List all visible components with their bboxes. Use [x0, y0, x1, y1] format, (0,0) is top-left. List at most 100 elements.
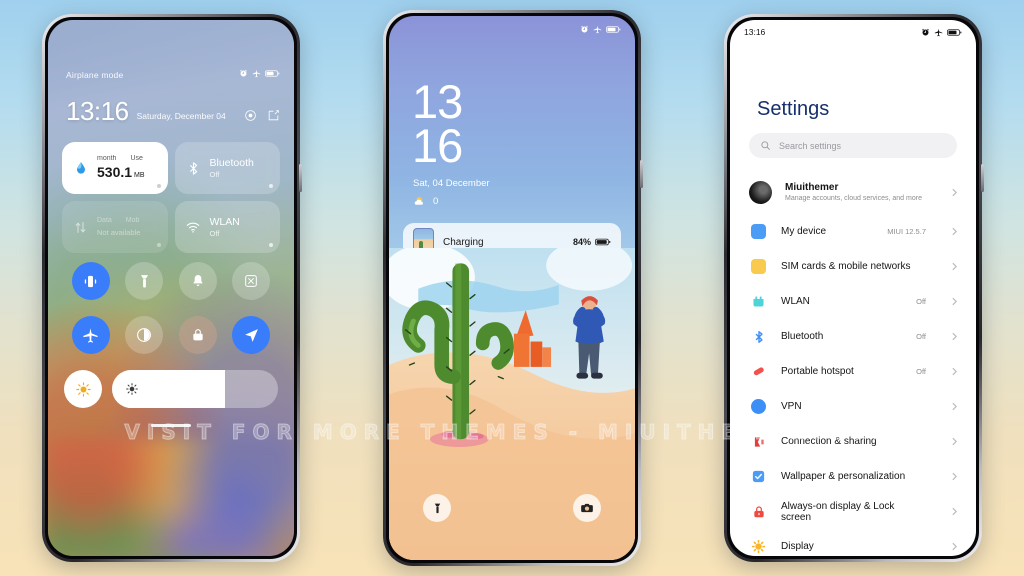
settings-gear-icon[interactable] [244, 109, 257, 122]
row-label: SIM cards & mobile networks [781, 261, 911, 272]
tile-expand-dot[interactable] [156, 184, 161, 188]
toggle-dark-mode[interactable] [125, 316, 164, 354]
settings-row-wallpaper-personalization[interactable]: Wallpaper & personalization [730, 459, 976, 494]
tile-wlan[interactable]: WLAN Off [174, 201, 280, 253]
toggle-lock[interactable] [178, 316, 217, 354]
toggle-location[interactable] [232, 316, 271, 354]
always-on-display-icon [749, 502, 768, 521]
tile-sub-right: Mob [125, 216, 140, 224]
camera-shortcut[interactable] [573, 494, 601, 522]
flashlight-icon [140, 274, 148, 288]
vibrate-icon [85, 275, 97, 287]
brightness-slider[interactable] [112, 370, 278, 408]
settings-row-vpn[interactable]: VPN [730, 389, 976, 424]
sim-cards-icon [749, 257, 768, 276]
toggle-vibrate[interactable] [71, 262, 110, 300]
notification-title: Charging [443, 236, 484, 248]
battery-icon [947, 28, 962, 36]
toggle-screenshot[interactable] [232, 262, 271, 300]
auto-brightness-icon [75, 381, 91, 397]
row-label: My device [781, 226, 827, 237]
chevron-right-icon [947, 297, 957, 306]
settings-list: Miuithemer Manage accounts, cloud servic… [730, 170, 976, 556]
lock-clock: 13 16 [412, 75, 463, 168]
sun-cloud-icon [414, 196, 423, 205]
tile-expand-dot[interactable] [269, 243, 273, 247]
settings-row-my-device[interactable]: My device MIUI 12.5.7 [730, 214, 976, 249]
battery-percent: 84% [572, 237, 591, 247]
battery-icon [606, 26, 621, 33]
power-button[interactable] [299, 164, 302, 192]
chevron-right-icon [947, 402, 957, 411]
screenshot-icon [245, 275, 258, 287]
settings-row-account[interactable]: Miuithemer Manage accounts, cloud servic… [730, 170, 976, 214]
row-value: MIUI 12.5.7 [887, 227, 926, 236]
quick-setting-tiles: month Use 530.1 MB Bluetooth Off Data Mo… [62, 142, 280, 253]
row-label: Connection & sharing [781, 436, 877, 447]
row-value: Off [916, 367, 926, 376]
row-label: VPN [781, 401, 802, 412]
wlan-icon [185, 219, 202, 236]
home-indicator[interactable] [151, 424, 191, 427]
clock-row: 13:16 Saturday, December 04 [66, 98, 280, 124]
airplane-icon [252, 69, 261, 78]
search-icon [761, 141, 770, 150]
wallpaper-personalization-icon [749, 467, 768, 486]
alarm-icon [581, 25, 588, 33]
auto-brightness-button[interactable] [64, 370, 102, 408]
row-label: Bluetooth [781, 331, 824, 342]
quick-toggles [64, 262, 278, 354]
settings-screen: 13:16 Settings Search settings Miuitheme… [730, 20, 976, 556]
flashlight-shortcut[interactable] [423, 494, 451, 522]
lock-clock-hour: 13 [412, 75, 463, 128]
power-button[interactable] [981, 164, 984, 192]
tile-expand-dot[interactable] [269, 184, 273, 188]
settings-row-portable-hotspot[interactable]: Portable hotspot Off [730, 354, 976, 389]
bell-icon [193, 275, 203, 286]
account-subtitle: Manage accounts, cloud services, and mor… [785, 195, 922, 202]
search-settings-input[interactable]: Search settings [749, 133, 957, 158]
tile-expand-dot[interactable] [156, 243, 161, 247]
search-placeholder: Search settings [779, 140, 842, 151]
settings-row-wlan[interactable]: WLAN Off [730, 284, 976, 319]
phone-settings: 13:16 Settings Search settings Miuitheme… [724, 14, 984, 562]
settings-row-always-on-display[interactable]: Always-on display & Lock screen [730, 494, 976, 529]
flashlight-icon [434, 503, 440, 513]
display-icon [749, 537, 768, 556]
settings-row-display[interactable]: Display [730, 529, 976, 556]
tile-sub-left: Data [97, 216, 112, 224]
lock-weather-temp: 0 [433, 195, 439, 207]
mobile-data-icon [72, 219, 89, 236]
edit-icon[interactable] [267, 109, 280, 122]
vpn-icon [749, 397, 768, 416]
chevron-right-icon [947, 262, 957, 271]
tile-bluetooth[interactable]: Bluetooth Off [174, 142, 280, 194]
tile-sub-left: month [97, 154, 117, 162]
lock-weather[interactable]: 0 [413, 194, 438, 208]
status-icons [921, 28, 962, 37]
toggle-airplane[interactable] [71, 316, 110, 354]
chevron-right-icon [947, 227, 957, 236]
chevron-right-icon [947, 437, 957, 446]
row-label: WLAN [781, 296, 810, 307]
chevron-right-icon [948, 507, 957, 516]
status-bar: 13:16 [730, 20, 976, 44]
power-button[interactable] [640, 160, 643, 188]
tile-title: WLAN [209, 215, 240, 228]
clock-time: 13:16 [66, 96, 129, 126]
settings-row-connection-sharing[interactable]: Connection & sharing [730, 424, 976, 459]
tile-state: Off [209, 228, 220, 238]
lock-date: Sat, 04 December [413, 178, 490, 189]
tile-mobile-data[interactable]: Data Mob Not available [62, 201, 168, 253]
tile-data-usage[interactable]: month Use 530.1 MB [62, 142, 168, 194]
row-value: Off [916, 297, 926, 306]
settings-row-sim-cards[interactable]: SIM cards & mobile networks [730, 249, 976, 284]
settings-row-bluetooth[interactable]: Bluetooth Off [730, 319, 976, 354]
toggle-silent[interactable] [178, 262, 217, 300]
chevron-right-icon [947, 188, 957, 197]
row-label: Always-on display & Lock screen [781, 500, 895, 523]
chevron-right-icon [947, 367, 957, 376]
toggle-flashlight[interactable] [125, 262, 164, 300]
tile-unit: MB [134, 171, 145, 179]
account-name: Miuithemer [785, 182, 839, 193]
